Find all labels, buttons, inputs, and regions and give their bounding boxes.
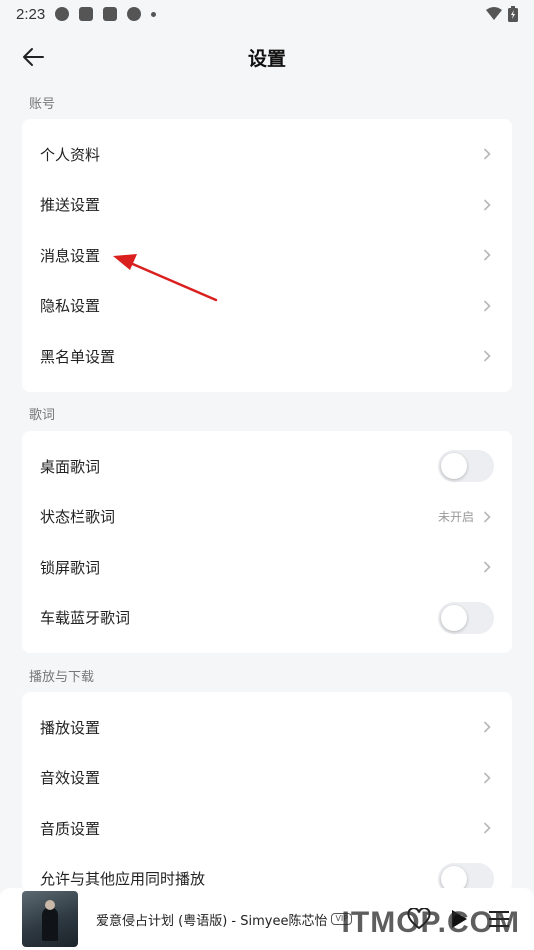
app-notification-icon	[103, 7, 118, 21]
toggle-knob	[441, 453, 467, 480]
settings-item-sound-quality[interactable]: 音质设置	[22, 803, 512, 854]
settings-item-push[interactable]: 推送设置	[22, 180, 512, 231]
settings-item-sound-effects[interactable]: 音效设置	[22, 753, 512, 804]
settings-item-label: 消息设置	[40, 246, 101, 265]
settings-item-label: 推送设置	[40, 196, 101, 215]
section-label-account: 账号	[29, 97, 56, 112]
back-arrow-icon	[23, 48, 44, 66]
desktop-lyrics-toggle[interactable]	[438, 450, 494, 483]
settings-item-label: 锁屏歌词	[40, 558, 101, 577]
settings-item-lockscreen-lyrics[interactable]: 锁屏歌词	[22, 542, 512, 593]
settings-item-profile[interactable]: 个人资料	[22, 129, 512, 180]
chevron-right-icon	[480, 198, 494, 212]
settings-item-label: 状态栏歌词	[40, 508, 116, 527]
chevron-right-icon	[480, 248, 494, 262]
chevron-right-icon	[480, 720, 494, 734]
album-cover[interactable]	[22, 891, 78, 947]
chevron-right-icon	[480, 147, 494, 161]
settings-item-label: 播放设置	[40, 718, 101, 737]
header: 设置	[0, 34, 534, 80]
app-notification-icon	[127, 7, 142, 21]
section-label-lyrics: 歌词	[29, 408, 56, 423]
chevron-right-icon	[480, 299, 494, 313]
settings-item-desktop-lyrics: 桌面歌词	[22, 441, 512, 492]
settings-item-label: 音质设置	[40, 819, 101, 838]
chevron-right-icon	[480, 771, 494, 785]
settings-item-label: 车载蓝牙歌词	[40, 609, 131, 628]
chevron-right-icon	[480, 510, 494, 524]
settings-item-value: 未开启	[437, 510, 474, 525]
section-label-playback: 播放与下载	[29, 670, 95, 685]
lyrics-settings-card: 桌面歌词 状态栏歌词 未开启 锁屏歌词 车载蓝牙歌词	[22, 431, 512, 653]
settings-item-statusbar-lyrics[interactable]: 状态栏歌词 未开启	[22, 492, 512, 543]
back-button[interactable]	[18, 44, 48, 70]
watermark: ITMOP.COM	[341, 906, 520, 939]
chevron-right-icon	[480, 821, 494, 835]
toggle-knob	[441, 604, 467, 631]
settings-item-label: 桌面歌词	[40, 457, 101, 476]
account-settings-card: 个人资料 推送设置 消息设置 隐私设置 黑名单设置	[22, 119, 512, 392]
more-notifications-dot-icon	[151, 11, 157, 17]
car-bluetooth-lyrics-toggle[interactable]	[438, 601, 494, 634]
settings-item-blacklist[interactable]: 黑名单设置	[22, 331, 512, 382]
song-title: 爱意侵占计划 (粤语版) - Simyee陈芯怡	[96, 913, 328, 929]
status-bar: 2:23	[0, 0, 534, 28]
battery-icon	[508, 6, 518, 22]
settings-item-label: 黑名单设置	[40, 347, 116, 366]
playback-settings-card: 播放设置 音效设置 音质设置 允许与其他应用同时播放	[22, 692, 512, 895]
settings-item-message[interactable]: 消息设置	[22, 230, 512, 281]
settings-item-label: 音效设置	[40, 769, 101, 788]
page-title: 设置	[247, 47, 286, 70]
wifi-icon	[486, 7, 502, 20]
app-notification-icon	[79, 7, 94, 21]
settings-item-car-bluetooth-lyrics: 车载蓝牙歌词	[22, 593, 512, 644]
settings-item-label: 允许与其他应用同时播放	[40, 870, 206, 889]
app-notification-icon	[55, 7, 70, 21]
chevron-right-icon	[480, 560, 494, 574]
now-playing-info[interactable]: 爱意侵占计划 (粤语版) - Simyee陈芯怡 VIP	[96, 910, 353, 929]
settings-item-label: 个人资料	[40, 145, 101, 164]
settings-item-playback[interactable]: 播放设置	[22, 702, 512, 753]
chevron-right-icon	[480, 349, 494, 363]
settings-item-label: 隐私设置	[40, 297, 101, 316]
settings-item-privacy[interactable]: 隐私设置	[22, 281, 512, 332]
status-time: 2:23	[16, 5, 46, 23]
